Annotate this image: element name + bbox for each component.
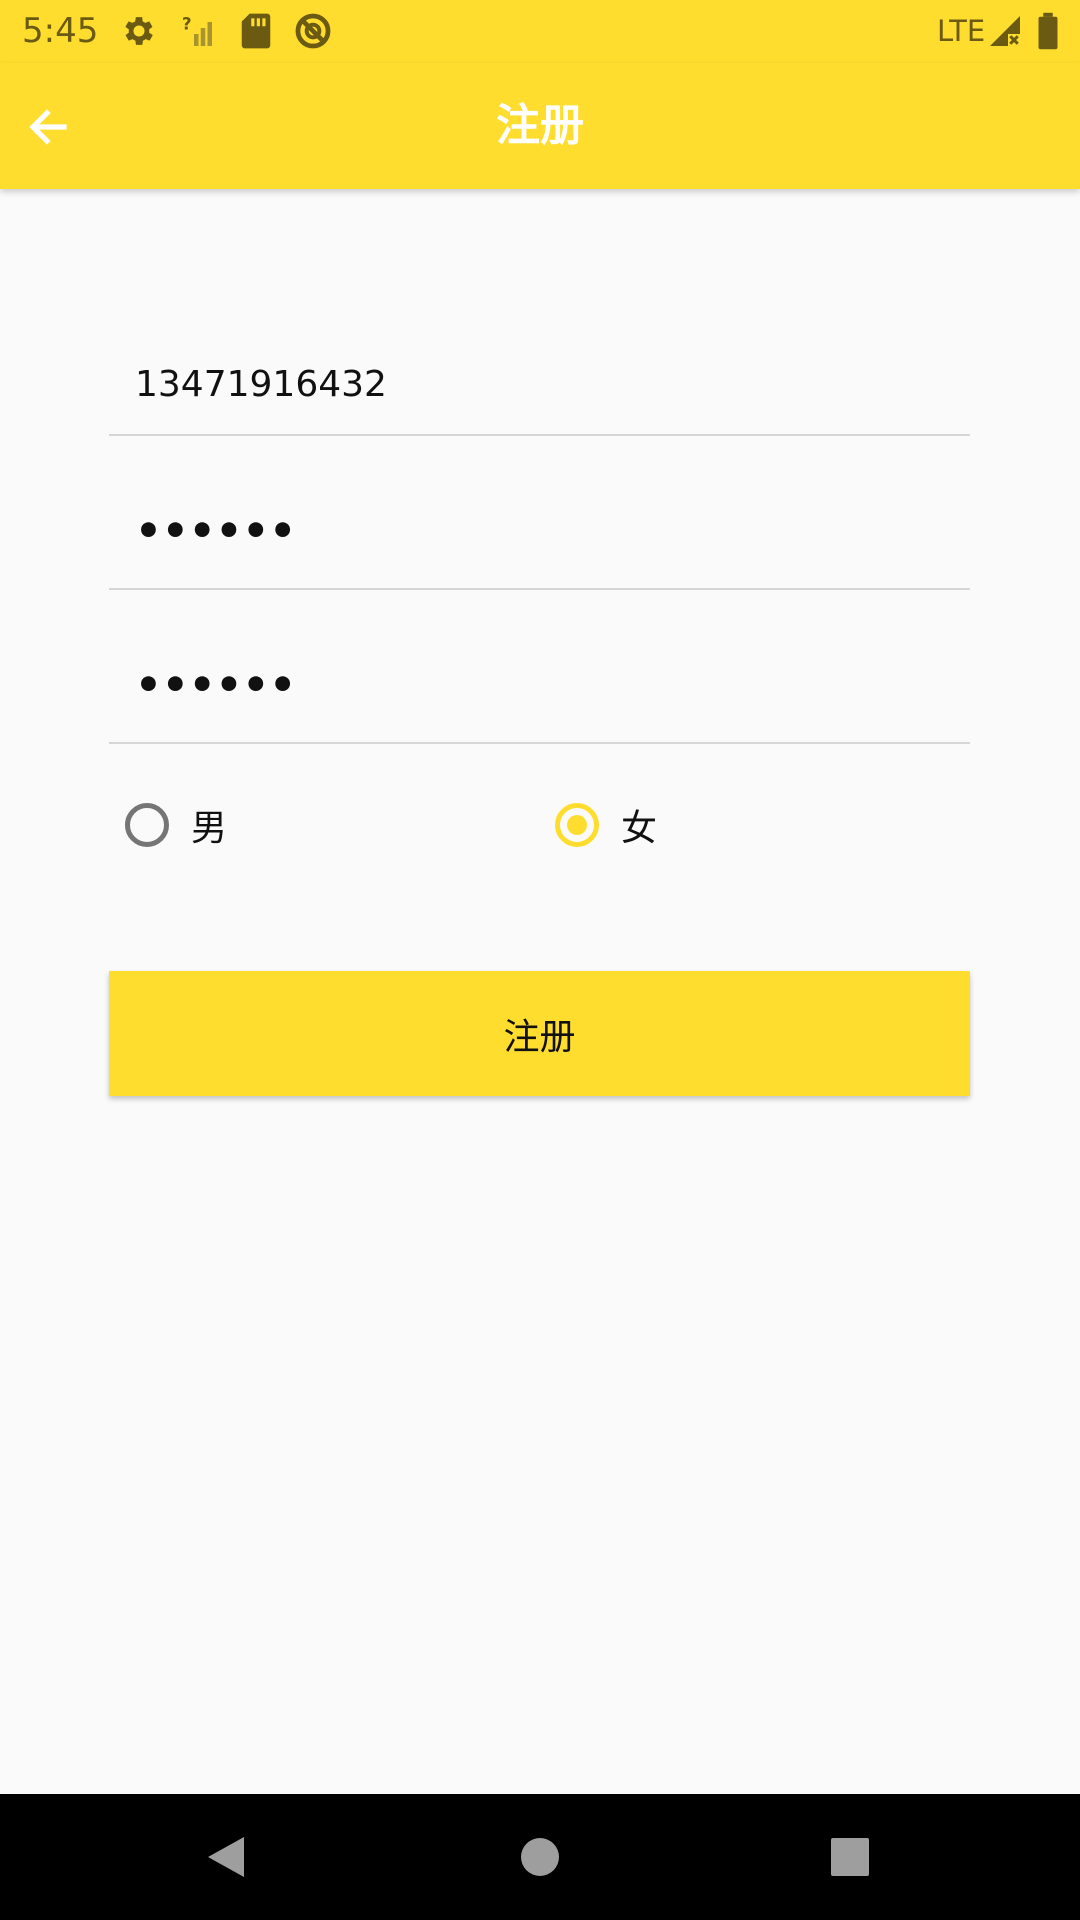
blocked-icon <box>295 13 331 49</box>
network-type-label: LTE <box>937 14 986 48</box>
back-triangle-icon <box>208 1837 244 1877</box>
recents-square-icon <box>831 1838 869 1876</box>
phone-field[interactable]: 13471916432 <box>109 334 970 436</box>
nav-back-button[interactable] <box>166 1794 286 1920</box>
arrow-left-icon <box>29 109 67 145</box>
phone-input-value: 13471916432 <box>135 364 387 405</box>
register-button[interactable]: 注册 <box>109 971 970 1096</box>
sd-card-icon <box>241 13 271 49</box>
radio-selected-dot <box>567 815 587 835</box>
radio-male-circle <box>125 803 169 847</box>
back-button[interactable] <box>8 89 88 165</box>
gear-icon <box>125 17 153 45</box>
radio-male-label: 男 <box>191 808 228 849</box>
signal-x-icon <box>990 16 1020 46</box>
radio-female[interactable]: 女 <box>555 797 657 853</box>
status-time: 5:45 <box>22 11 99 51</box>
home-circle-icon <box>521 1838 559 1876</box>
app-bar: 注册 <box>0 63 1080 189</box>
svg-text:?: ? <box>182 15 192 34</box>
battery-icon <box>1038 12 1058 50</box>
radio-male[interactable]: 男 <box>125 797 227 853</box>
status-bar: 5:45 ? LTE <box>0 0 1080 63</box>
password-input-value: •••••• <box>135 506 297 555</box>
radio-female-circle <box>555 803 599 847</box>
confirm-password-field[interactable]: •••••• <box>109 642 970 744</box>
password-field[interactable]: •••••• <box>109 488 970 590</box>
page-title: 注册 <box>496 100 584 151</box>
radio-female-label: 女 <box>621 808 658 849</box>
register-button-label: 注册 <box>503 1016 576 1058</box>
confirm-password-input-value: •••••• <box>135 660 297 709</box>
signal-unknown-icon: ? <box>182 15 212 46</box>
navigation-bar <box>0 1794 1080 1920</box>
nav-recents-button[interactable] <box>790 1794 910 1920</box>
nav-home-button[interactable] <box>480 1794 600 1920</box>
